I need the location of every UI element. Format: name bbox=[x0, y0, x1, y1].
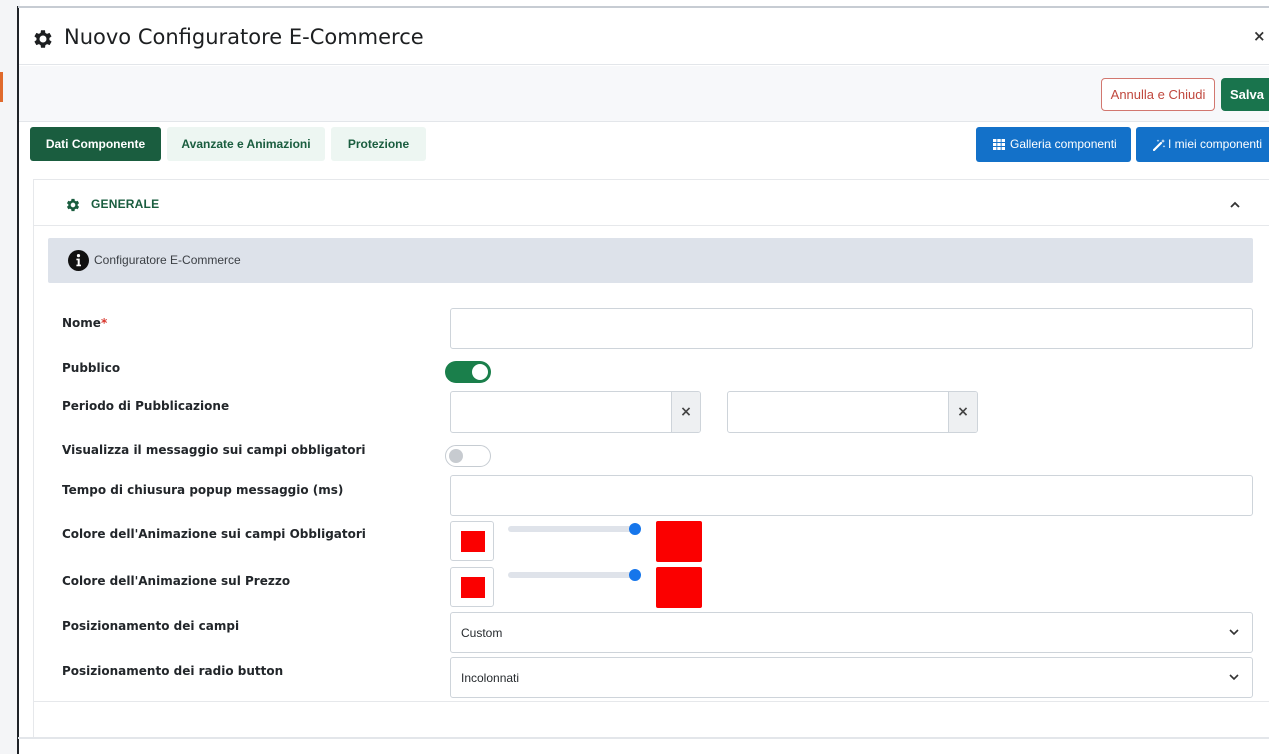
clear-start-date-button[interactable]: × bbox=[671, 392, 700, 432]
tab-protezione[interactable]: Protezione bbox=[331, 127, 426, 161]
posizionamento-radio-select[interactable]: Incolonnati bbox=[450, 657, 1253, 698]
pubblico-label: Pubblico bbox=[62, 361, 121, 375]
colore-obbligatori-preview bbox=[656, 521, 702, 562]
tab-avanzate-animazioni[interactable]: Avanzate e Animazioni bbox=[167, 127, 325, 161]
visualizza-messaggio-label: Visualizza il messaggio sui campi obblig… bbox=[62, 443, 366, 457]
save-button[interactable]: Salva bbox=[1221, 78, 1269, 111]
component-gallery-label: Galleria componenti bbox=[1010, 137, 1117, 151]
background-accent-mark bbox=[0, 72, 3, 102]
nome-label: Nome* bbox=[62, 316, 107, 330]
info-banner: Configuratore E-Commerce bbox=[48, 238, 1253, 283]
gear-icon bbox=[34, 30, 52, 48]
gear-icon bbox=[66, 198, 80, 212]
slider-thumb[interactable] bbox=[629, 569, 641, 581]
toggle-knob bbox=[472, 364, 488, 380]
posizionamento-campi-label: Posizionamento dei campi bbox=[62, 619, 240, 633]
period-end-date-input[interactable]: × bbox=[727, 391, 978, 433]
color-swatch bbox=[461, 531, 485, 552]
colore-prezzo-label: Colore dell'Animazione sul Prezzo bbox=[62, 574, 291, 588]
tempo-chiusura-label: Tempo di chiusura popup messaggio (ms) bbox=[62, 483, 344, 497]
nome-label-text: Nome bbox=[62, 316, 101, 330]
info-circle-icon bbox=[68, 250, 89, 271]
colore-obbligatori-opacity-slider[interactable] bbox=[508, 523, 641, 535]
action-bar: Annulla e Chiudi Salva bbox=[19, 66, 1269, 122]
nome-input[interactable] bbox=[450, 308, 1253, 349]
color-swatch bbox=[461, 577, 485, 598]
posizionamento-campi-value: Custom bbox=[461, 626, 503, 640]
posizionamento-radio-value: Incolonnati bbox=[461, 671, 520, 685]
slider-thumb[interactable] bbox=[629, 523, 641, 535]
period-start-date-input[interactable]: × bbox=[450, 391, 701, 433]
my-components-label: I miei componenti bbox=[1168, 137, 1263, 151]
card-divider bbox=[34, 701, 1269, 702]
close-icon[interactable]: × bbox=[1253, 27, 1269, 49]
my-components-button[interactable]: I miei componenti bbox=[1136, 127, 1269, 162]
magic-wand-icon bbox=[1153, 139, 1166, 151]
pubblico-toggle[interactable] bbox=[445, 361, 491, 383]
section-header-generale[interactable]: GENERALE bbox=[34, 180, 1269, 226]
chevron-down-icon bbox=[1229, 674, 1239, 681]
cancel-and-close-button[interactable]: Annulla e Chiudi bbox=[1101, 78, 1215, 111]
colore-obbligatori-picker[interactable] bbox=[450, 521, 494, 561]
component-gallery-button[interactable]: Galleria componenti bbox=[976, 127, 1131, 162]
background-window-edge bbox=[0, 0, 20, 754]
configurator-modal: Nuovo Configuratore E-Commerce × Annulla… bbox=[19, 8, 1269, 754]
grid-icon bbox=[993, 139, 1005, 150]
required-mark: * bbox=[100, 316, 108, 330]
colore-obbligatori-label: Colore dell'Animazione sui campi Obbliga… bbox=[62, 527, 366, 541]
chevron-down-icon bbox=[1229, 629, 1239, 636]
general-section-card: GENERALE Configuratore E-Commerce Nome* … bbox=[33, 179, 1269, 739]
modal-title: Nuovo Configuratore E-Commerce bbox=[64, 25, 424, 49]
colore-prezzo-opacity-slider[interactable] bbox=[508, 569, 641, 581]
clear-end-date-button[interactable]: × bbox=[948, 392, 977, 432]
info-text: Configuratore E-Commerce bbox=[94, 253, 241, 267]
colore-prezzo-picker[interactable] bbox=[450, 567, 494, 607]
periodo-label: Periodo di Pubblicazione bbox=[62, 399, 230, 413]
chevron-up-icon[interactable] bbox=[1229, 200, 1241, 210]
tab-dati-componente[interactable]: Dati Componente bbox=[30, 127, 161, 161]
modal-header: Nuovo Configuratore E-Commerce × bbox=[19, 8, 1269, 65]
colore-prezzo-preview bbox=[656, 567, 702, 608]
tempo-chiusura-input[interactable] bbox=[450, 475, 1253, 516]
posizionamento-campi-select[interactable]: Custom bbox=[450, 612, 1253, 653]
visualizza-messaggio-toggle[interactable] bbox=[445, 445, 491, 467]
section-title: GENERALE bbox=[91, 197, 160, 211]
toggle-knob bbox=[449, 449, 463, 463]
modal-bottom-border bbox=[18, 737, 1269, 739]
posizionamento-radio-label: Posizionamento dei radio button bbox=[62, 664, 284, 678]
